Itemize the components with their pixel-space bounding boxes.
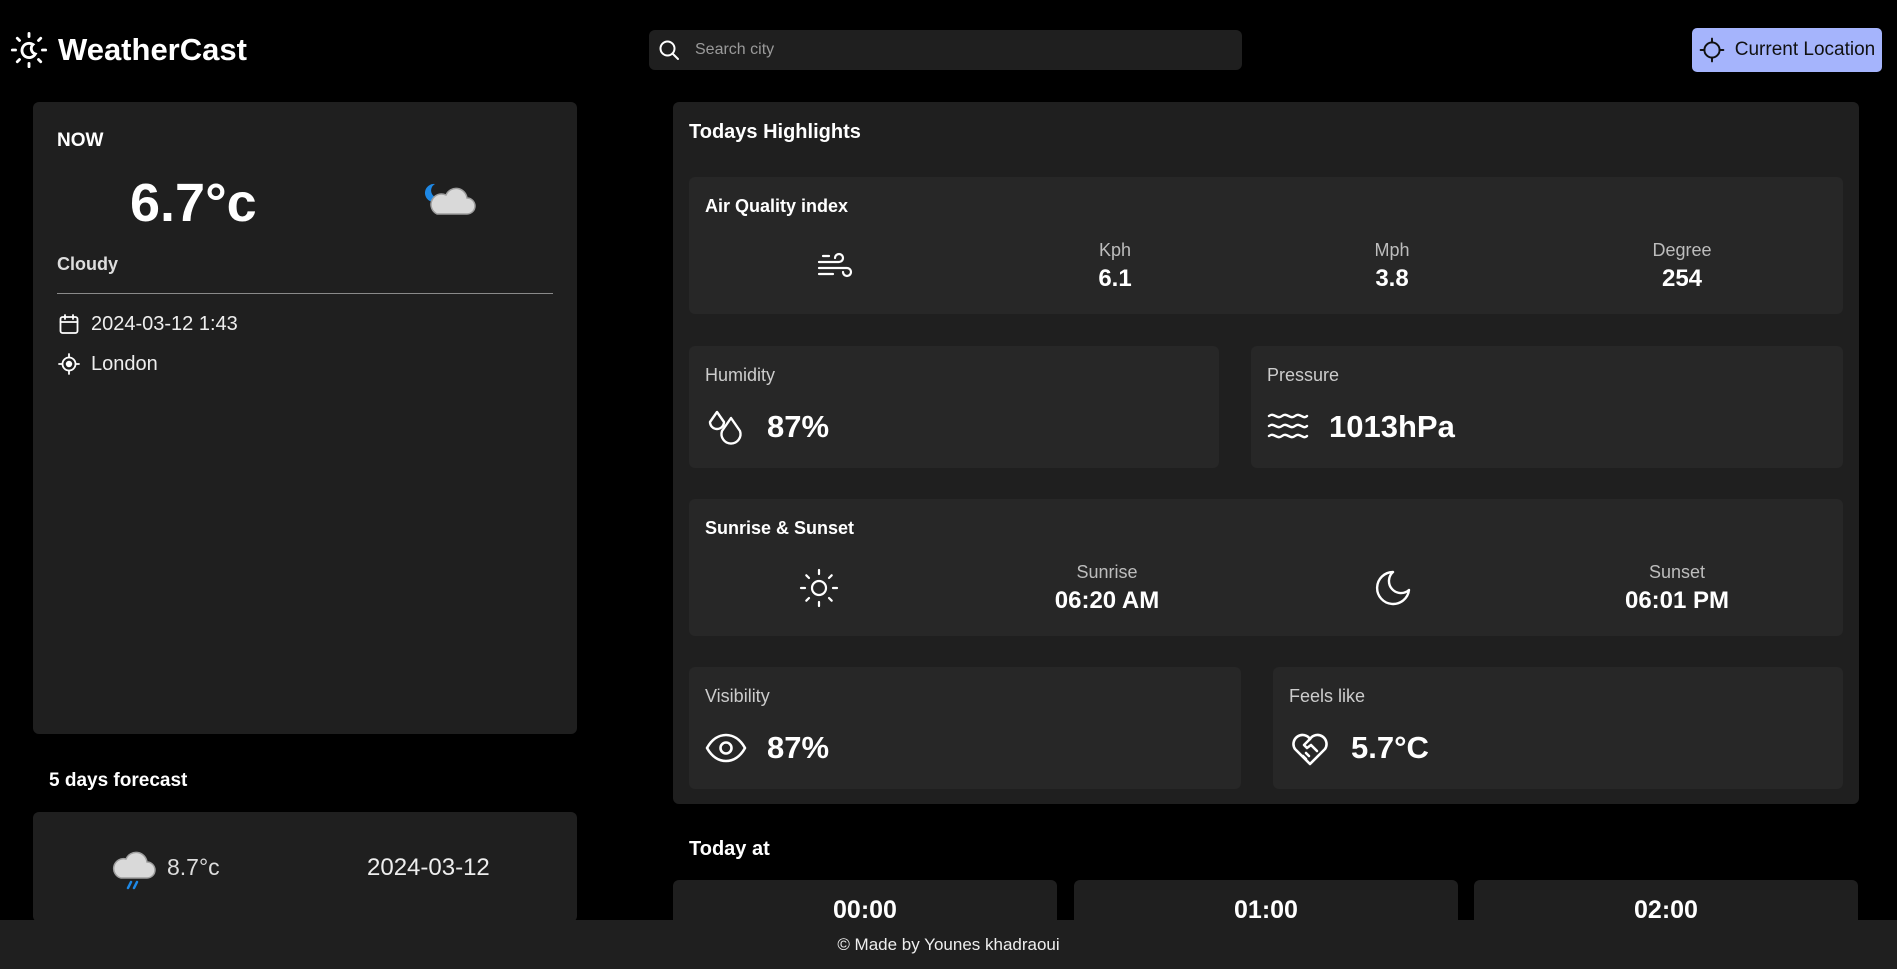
sunset-stat: Sunset 06:01 PM xyxy=(1597,562,1757,615)
current-location-button[interactable]: Current Location xyxy=(1692,28,1882,72)
search-icon xyxy=(659,40,679,60)
humidity-card: Humidity 87% xyxy=(689,346,1219,468)
sun-moon-logo-icon xyxy=(10,31,48,69)
pressure-label: Pressure xyxy=(1267,365,1340,385)
highlights-panel: Todays Highlights Air Quality index Kph … xyxy=(673,102,1859,804)
air-quality-card: Air Quality index Kph 6.1 Mph 3.8 Degree… xyxy=(689,177,1843,314)
location-row: London xyxy=(57,352,158,376)
crosshair-icon xyxy=(1699,37,1725,63)
sunrise-label: Sunrise xyxy=(1076,562,1138,582)
current-location-label: Current Location xyxy=(1734,39,1876,60)
kph-value: 6.1 xyxy=(1098,265,1132,292)
eye-icon xyxy=(705,733,747,763)
now-label: NOW xyxy=(57,130,104,151)
humidity-label: Humidity xyxy=(705,365,776,385)
humidity-value: 87% xyxy=(767,409,830,444)
feels-like-label: Feels like xyxy=(1289,686,1366,706)
air-quality-title: Air Quality index xyxy=(705,196,849,216)
visibility-label: Visibility xyxy=(705,686,770,706)
droplets-icon xyxy=(708,410,742,445)
degree-stat: Degree 254 xyxy=(1602,240,1762,293)
logo[interactable]: WeatherCast xyxy=(10,31,247,69)
visibility-card: Visibility 87% xyxy=(689,667,1241,789)
date-row: 2024-03-12 1:43 xyxy=(57,312,238,336)
waves-icon xyxy=(1267,413,1309,439)
pressure-value: 1013hPa xyxy=(1329,409,1455,444)
forecast-date: 2024-03-12 xyxy=(367,854,490,881)
weather-app: WeatherCast Current Location NOW 6.7°c C… xyxy=(0,0,1897,969)
mph-value: 3.8 xyxy=(1375,265,1409,292)
kph-label: Kph xyxy=(1098,240,1132,260)
pressure-card: Pressure 1013hPa xyxy=(1251,346,1843,468)
divider xyxy=(57,293,553,294)
forecast-title: 5 days forecast xyxy=(49,770,188,791)
pressure-row: 1013hPa xyxy=(1267,406,1455,448)
moon-icon xyxy=(1376,570,1411,606)
today-title: Today at xyxy=(689,838,770,860)
kph-stat: Kph 6.1 xyxy=(1035,240,1195,293)
forecast-temperature: 8.7°c xyxy=(167,854,220,880)
sunrise-sunset-card: Sunrise & Sunset Sunrise 06:20 AM Sunset… xyxy=(689,499,1843,636)
highlights-title: Todays Highlights xyxy=(689,121,861,143)
degree-label: Degree xyxy=(1652,240,1712,260)
rain-cloud-icon xyxy=(112,851,156,890)
sunset-value: 06:01 PM xyxy=(1624,587,1730,614)
weather-condition: Cloudy xyxy=(57,254,118,274)
footer: © Made by Younes khadraoui xyxy=(0,920,1897,969)
search-bar[interactable] xyxy=(649,30,1242,70)
current-weather-card: NOW 6.7°c Cloudy 2024-03-12 1:43 London xyxy=(33,102,577,734)
heart-handshake-icon xyxy=(1292,733,1328,766)
night-cloud-icon xyxy=(424,183,476,215)
sun-icon xyxy=(799,568,839,608)
feels-like-card: Feels like 5.7°C xyxy=(1273,667,1843,789)
sunrise-stat: Sunrise 06:20 AM xyxy=(1027,562,1187,615)
calendar-icon xyxy=(59,314,79,334)
current-datetime: 2024-03-12 1:43 xyxy=(91,312,238,335)
visibility-value: 87% xyxy=(767,730,830,765)
sunrise-value: 06:20 AM xyxy=(1054,587,1160,614)
wind-icon xyxy=(817,252,853,278)
location-target-icon xyxy=(58,353,80,375)
mph-label: Mph xyxy=(1374,240,1410,260)
degree-value: 254 xyxy=(1661,265,1703,292)
app-name: WeatherCast xyxy=(58,32,247,67)
feels-like-row: 5.7°C xyxy=(1289,727,1429,769)
current-location: London xyxy=(91,352,158,375)
current-temperature: 6.7°c xyxy=(130,173,257,233)
visibility-row: 87% xyxy=(705,727,829,769)
mph-stat: Mph 3.8 xyxy=(1312,240,1472,293)
humidity-row: 87% xyxy=(705,406,829,448)
feels-like-value: 5.7°C xyxy=(1351,730,1429,765)
sunset-label: Sunset xyxy=(1648,562,1706,582)
forecast-card: 8.7°c 2024-03-12 xyxy=(33,812,577,922)
sunrise-sunset-title: Sunrise & Sunset xyxy=(705,518,855,538)
search-input[interactable] xyxy=(695,41,1215,59)
